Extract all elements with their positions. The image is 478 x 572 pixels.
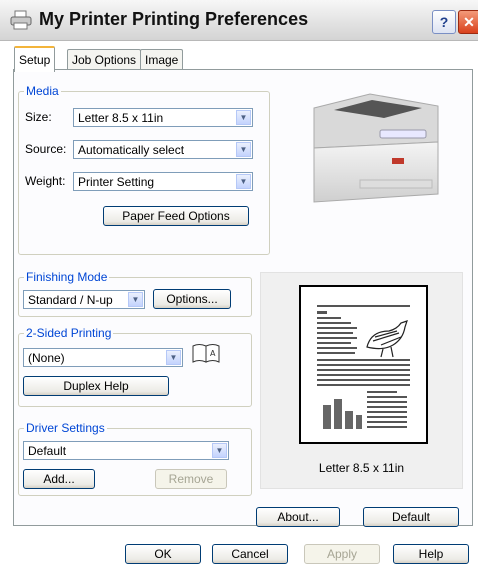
paper-feed-options-button[interactable]: Paper Feed Options: [103, 206, 249, 226]
svg-text:A: A: [210, 349, 216, 358]
weight-value: Printer Setting: [78, 175, 155, 189]
finishing-group: Finishing Mode Standard / N-up ▼ Options…: [18, 270, 252, 317]
finishing-options-button[interactable]: Options...: [153, 289, 231, 309]
chevron-down-icon[interactable]: ▼: [212, 443, 227, 458]
tab-setup[interactable]: Setup: [14, 46, 56, 72]
page-preview-graphic: [317, 305, 410, 429]
page-preview-image: [299, 285, 428, 444]
chevron-down-icon[interactable]: ▼: [236, 110, 251, 125]
chevron-down-icon[interactable]: ▼: [128, 292, 143, 307]
finishing-mode-value: Standard / N-up: [28, 293, 113, 307]
printer-icon: [10, 10, 32, 30]
size-label: Size:: [25, 110, 52, 124]
help-button[interactable]: Help: [393, 544, 469, 564]
tab-image[interactable]: Image: [140, 49, 184, 70]
help-icon[interactable]: ?: [432, 10, 456, 34]
preview-caption: Letter 8.5 x 11in: [318, 461, 405, 475]
chevron-down-icon[interactable]: ▼: [166, 350, 181, 365]
dialog-body: Setup Job Options Image Media Size: Lett…: [0, 41, 478, 572]
source-value: Automatically select: [78, 143, 185, 157]
two-sided-group: 2-Sided Printing (None) ▼ A Duplex Help: [18, 326, 252, 407]
add-button[interactable]: Add...: [23, 469, 95, 489]
cancel-button[interactable]: Cancel: [212, 544, 288, 564]
weight-select[interactable]: Printer Setting ▼: [73, 172, 253, 191]
tab-job-options[interactable]: Job Options: [67, 49, 142, 70]
booklet-icon: A: [192, 344, 220, 363]
driver-settings-legend: Driver Settings: [24, 421, 107, 435]
two-sided-legend: 2-Sided Printing: [24, 326, 114, 340]
ok-button[interactable]: OK: [125, 544, 201, 564]
finishing-mode-select[interactable]: Standard / N-up ▼: [23, 290, 145, 309]
source-select[interactable]: Automatically select ▼: [73, 140, 253, 159]
source-label: Source:: [25, 142, 67, 156]
size-select[interactable]: Letter 8.5 x 11in ▼: [73, 108, 253, 127]
two-sided-select[interactable]: (None) ▼: [23, 348, 183, 367]
default-button[interactable]: Default: [363, 507, 459, 527]
window-title: My Printer Printing Preferences: [39, 9, 309, 29]
two-sided-value: (None): [28, 351, 65, 365]
size-value: Letter 8.5 x 11in: [78, 111, 164, 125]
apply-button[interactable]: Apply: [304, 544, 380, 564]
driver-settings-value: Default: [28, 444, 67, 458]
about-button[interactable]: About...: [256, 507, 340, 527]
printer-image: [313, 93, 439, 203]
media-group: Media Size: Letter 8.5 x 11in ▼ Source: …: [18, 84, 270, 255]
page-preview: Letter 8.5 x 11in: [260, 272, 463, 489]
setup-panel: Media Size: Letter 8.5 x 11in ▼ Source: …: [13, 69, 473, 527]
title-bar: My Printer Printing Preferences ? ✕: [0, 0, 478, 41]
driver-settings-group: Driver Settings Default ▼ Add... Remove: [18, 421, 252, 496]
duplex-help-button[interactable]: Duplex Help: [23, 376, 169, 396]
remove-button[interactable]: Remove: [155, 469, 227, 489]
media-legend: Media: [24, 84, 61, 98]
chevron-down-icon[interactable]: ▼: [236, 142, 251, 157]
finishing-legend: Finishing Mode: [24, 270, 110, 284]
chevron-down-icon[interactable]: ▼: [236, 174, 251, 189]
close-icon[interactable]: ✕: [458, 10, 478, 34]
driver-settings-select[interactable]: Default ▼: [23, 441, 229, 460]
weight-label: Weight:: [25, 174, 66, 188]
